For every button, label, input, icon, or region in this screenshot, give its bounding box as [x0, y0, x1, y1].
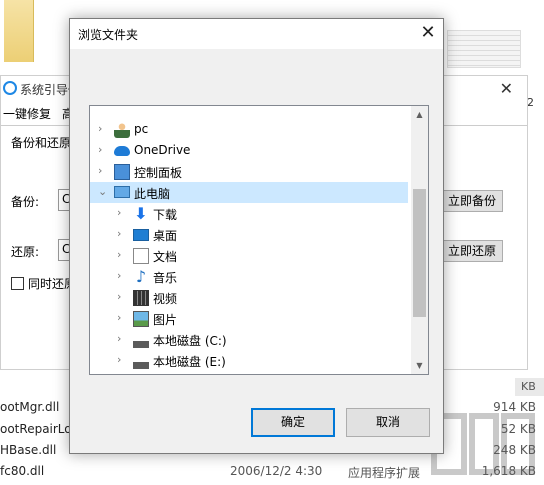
chevron-right-icon[interactable]: › [117, 207, 127, 219]
tab-one-click-repair[interactable]: 一键修复 [3, 105, 51, 122]
tree-item[interactable]: 360DrvMgrInstaller_net [90, 371, 408, 375]
chevron-right-icon[interactable]: › [98, 165, 108, 177]
scroll-up-arrow-icon[interactable]: ▲ [411, 106, 428, 123]
chevron-right-icon[interactable]: › [98, 144, 108, 156]
folder-thumbnail [4, 0, 34, 62]
chevron-right-icon[interactable]: › [117, 291, 127, 303]
user-icon [114, 122, 130, 138]
watermark-logo [431, 413, 535, 475]
tree-item-label: 控制面板 [134, 166, 183, 180]
tree-item[interactable]: › 图片 [90, 308, 408, 329]
tree-item-label: 下载 [153, 208, 178, 222]
file-name: ootRepairLog [0, 422, 80, 436]
tree-item[interactable]: › 本地磁盘 (E:) [90, 350, 408, 371]
onedrive-icon [114, 146, 130, 156]
backup-now-button[interactable]: 立即备份 [441, 190, 503, 212]
file-thumbnail [447, 30, 521, 68]
chevron-right-icon[interactable]: › [117, 270, 127, 282]
tree-item[interactable]: › ♪ 音乐 [90, 266, 408, 287]
backup-label: 备份: [11, 195, 40, 209]
document-icon [133, 248, 149, 264]
scroll-down-arrow-icon[interactable]: ▼ [411, 357, 428, 374]
dialog-title: 浏览文件夹 [78, 28, 139, 42]
chevron-right-icon[interactable]: › [117, 249, 127, 261]
restore-now-button[interactable]: 立即还原 [441, 240, 503, 262]
cancel-button[interactable]: 取消 [346, 408, 430, 437]
file-name: fc80.dll [0, 464, 45, 478]
folder-tree[interactable]: › pc › OneDrive › 控制面板 ⌄ 此电脑 › ⬇ 下载 › 桌面 › 文档 › ♪ 音乐 › 视频 › 图… [89, 105, 429, 375]
picture-icon [133, 311, 149, 327]
tree-item[interactable]: › ⬇ 下载 [90, 203, 408, 224]
app-close-button[interactable]: ✕ [500, 79, 513, 98]
tree-item-label: 文档 [153, 250, 178, 264]
tree-item[interactable]: › OneDrive [90, 140, 408, 161]
tree-item-label: 此电脑 [134, 187, 171, 201]
music-icon: ♪ [135, 267, 147, 286]
drive-e-icon [133, 353, 149, 369]
tree-item[interactable]: › pc [90, 119, 408, 140]
tree-item-label: 360DrvMgrInstaller_net [153, 374, 294, 375]
tree-item[interactable]: › 视频 [90, 287, 408, 308]
control-panel-icon [114, 164, 130, 180]
file-name: ootMgr.dll [0, 400, 60, 414]
tree-item[interactable]: › 控制面板 [90, 161, 408, 182]
tree-item-label: 视频 [153, 292, 178, 306]
tree-item[interactable]: ⌄ 此电脑 [90, 182, 408, 203]
chevron-right-icon[interactable]: › [117, 312, 127, 324]
tree-item-label: 本地磁盘 (E:) [153, 355, 226, 369]
tree-item[interactable]: › 文档 [90, 245, 408, 266]
download-icon: ⬇ [134, 204, 148, 223]
browse-folder-dialog: 浏览文件夹 ✕ › pc › OneDrive › 控制面板 ⌄ 此电脑 › ⬇ 下载 › 桌面 › 文档 ›… [69, 18, 444, 454]
tree-scrollbar[interactable]: ▲ ▼ [411, 106, 428, 374]
chevron-right-icon[interactable]: › [117, 228, 127, 240]
file-date: 2006/12/2 4:30 [230, 464, 323, 478]
refresh-icon [3, 81, 17, 95]
restore-label: 还原: [11, 245, 40, 259]
chevron-right-icon[interactable]: › [117, 354, 127, 366]
sync-restore-checkbox[interactable] [11, 277, 24, 290]
file-name: HBase.dll [0, 443, 57, 457]
tree-item-label: 本地磁盘 (C:) [153, 334, 227, 348]
this-pc-icon [114, 186, 130, 198]
tree-item-label: 桌面 [153, 229, 178, 243]
tree-item-label: pc [134, 122, 149, 136]
tree-item[interactable]: › 桌面 [90, 224, 408, 245]
tree-item[interactable]: › 本地磁盘 (C:) [90, 329, 408, 350]
file-type: 应用程序扩展 [348, 466, 421, 480]
chevron-right-icon[interactable]: › [98, 123, 108, 135]
desktop-icon [133, 229, 149, 241]
dialog-close-button[interactable]: ✕ [413, 19, 443, 49]
tree-item-label: 音乐 [153, 271, 178, 285]
tree-item-label: 图片 [153, 313, 178, 327]
ok-button[interactable]: 确定 [251, 408, 335, 437]
chevron-down-icon[interactable]: ⌄ [98, 186, 108, 198]
dialog-titlebar: 浏览文件夹 ✕ [70, 19, 443, 49]
video-icon [133, 290, 149, 306]
scroll-thumb[interactable] [413, 189, 426, 317]
chevron-right-icon[interactable]: › [117, 333, 127, 345]
tree-item-label: OneDrive [134, 143, 191, 157]
drive-c-icon [133, 332, 149, 348]
